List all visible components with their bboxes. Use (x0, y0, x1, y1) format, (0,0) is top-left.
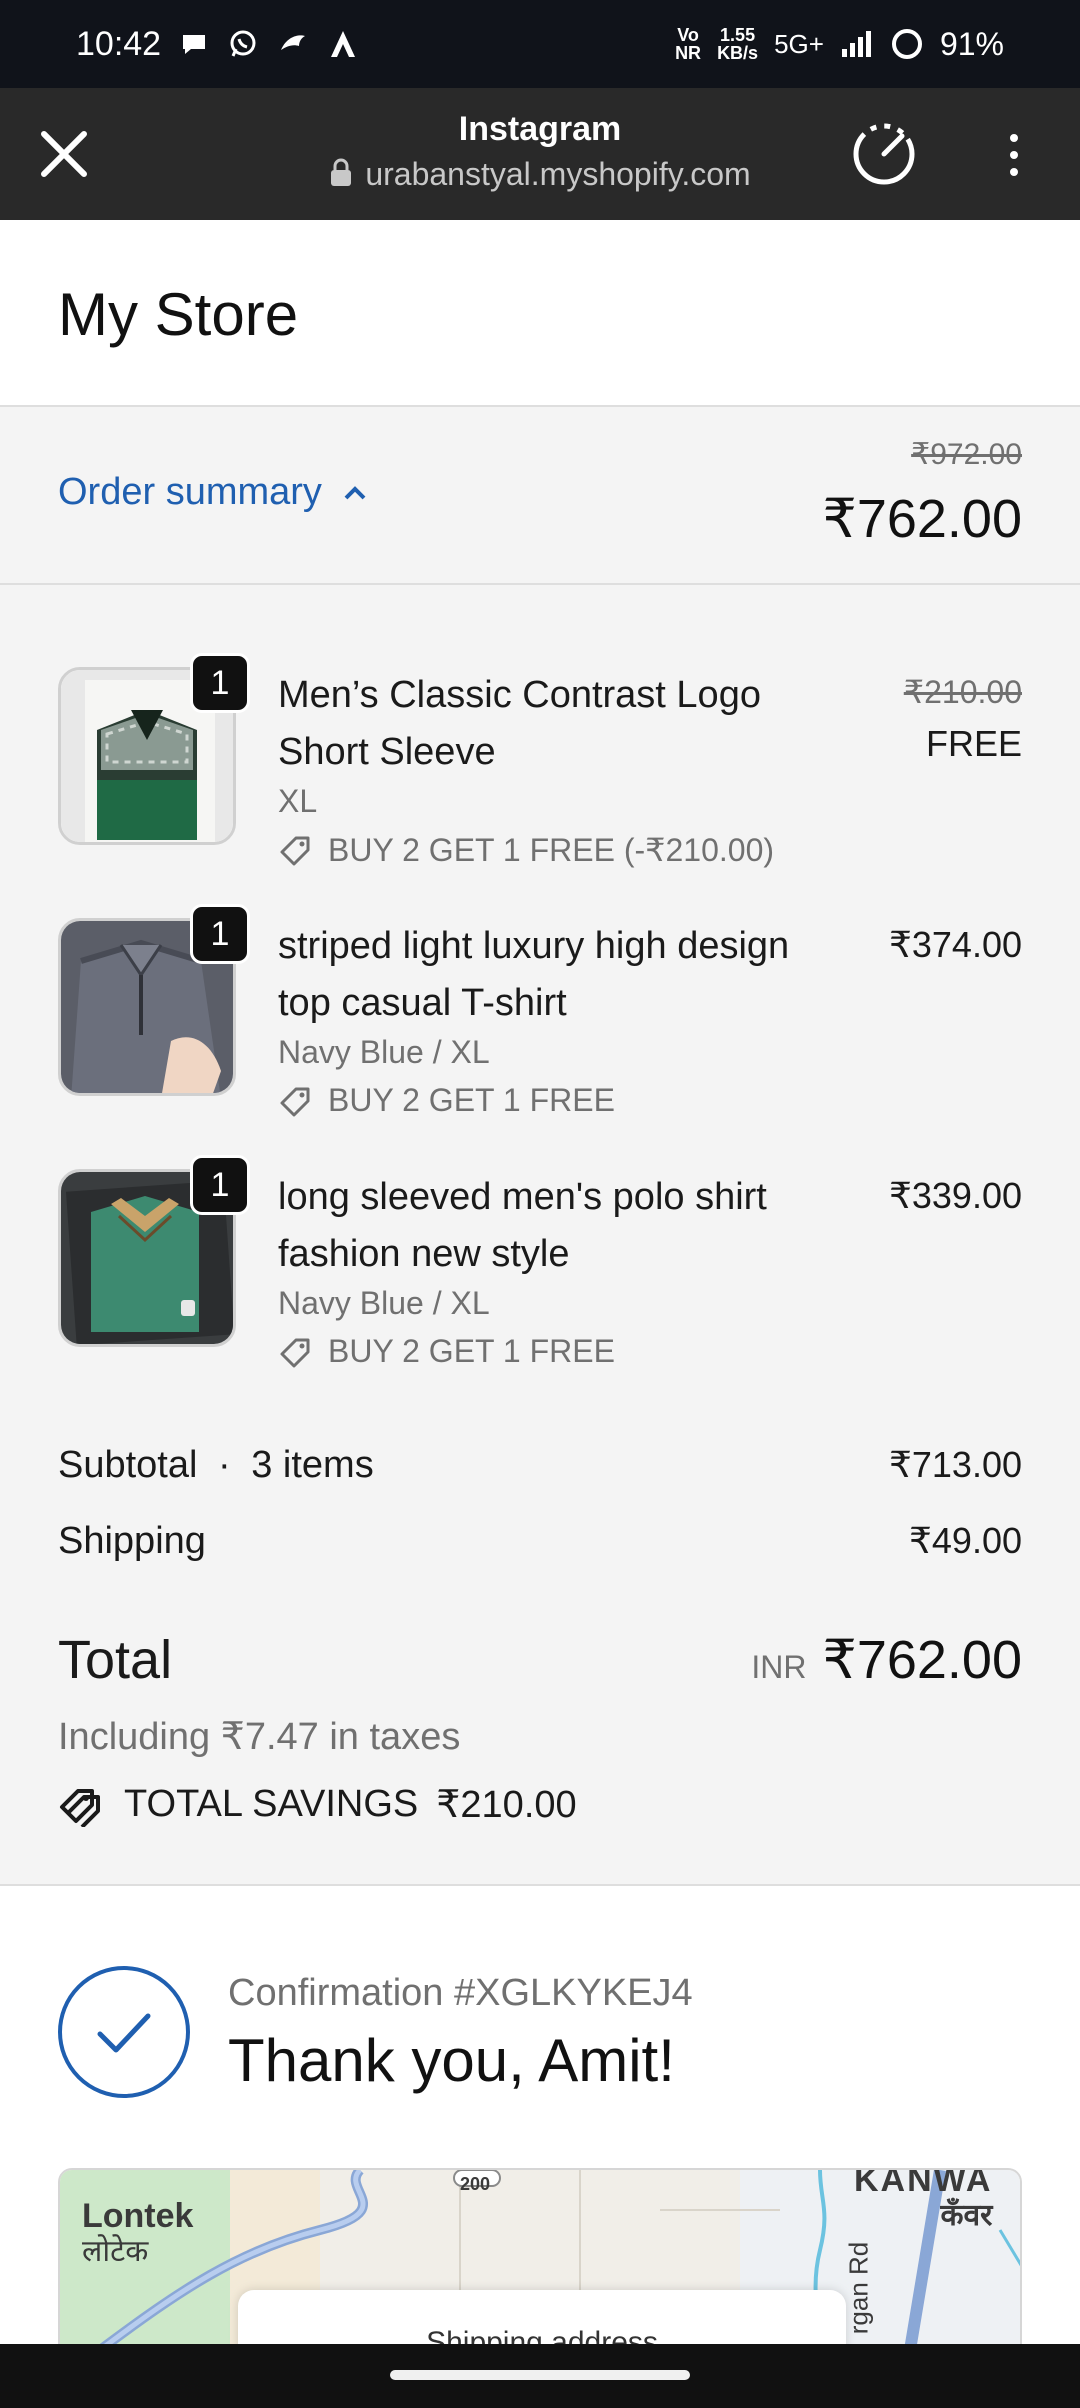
shipping-row: Shipping ₹49.00 (58, 1520, 1022, 1563)
confirmation-number: Confirmation #XGLKYKEJ4 (228, 1972, 693, 2014)
subtotal-value: ₹713.00 (888, 1444, 1022, 1485)
savings-value: ₹210.00 (436, 1784, 577, 1826)
map-highway-label: 200 (460, 2174, 491, 2194)
shipping-value: ₹49.00 (909, 1520, 1022, 1561)
quantity-badge: 1 (190, 653, 250, 713)
product-price: FREE (925, 723, 1022, 764)
in-app-browser-bar: Instagram urabanstyal.myshopify.com (0, 88, 1080, 220)
discount-text: BUY 2 GET 1 FREE (328, 1082, 615, 1118)
lock-icon (331, 158, 352, 186)
total-savings: TOTAL SAVINGS ₹210.00 (58, 1782, 577, 1827)
network-speed: 1.55 KB/s (717, 25, 759, 63)
shipping-address-card[interactable]: Shipping address (238, 2290, 846, 2346)
chevron-up-icon (344, 485, 366, 499)
product-variant: Navy Blue / XL (278, 1034, 490, 1070)
network-type: 5G+ (774, 28, 824, 59)
status-time: 10:42 (76, 24, 162, 63)
shipping-label: Shipping (58, 1520, 206, 1562)
summary-total: ₹762.00 (822, 489, 1022, 549)
total-row: Total INR ₹762.00 (58, 1628, 1022, 1691)
thank-you-heading: Thank you, Amit! (228, 2027, 675, 2094)
battery-icon (891, 29, 922, 59)
product-variant: Navy Blue / XL (278, 1285, 490, 1321)
order-summary-toggle[interactable]: Order summary (58, 471, 368, 514)
product-thumbnail: 1 (58, 653, 250, 845)
chat-bubble-icon (183, 35, 206, 54)
discount-tag: BUY 2 GET 1 FREE (278, 1082, 615, 1119)
store-header: My Store (0, 220, 1080, 407)
tag-icon (280, 836, 310, 866)
quantity-badge: 1 (190, 904, 250, 964)
discount-tag: BUY 2 GET 1 FREE (278, 1333, 615, 1370)
discount-tag: BUY 2 GET 1 FREE (-₹210.00) (278, 831, 774, 869)
navigation-bar (0, 2344, 1080, 2408)
product-name: Men’s Classic Contrast Logo Short Sleeve (278, 674, 761, 773)
total-value: ₹762.00 (822, 1630, 1022, 1690)
app-a-icon (331, 31, 356, 57)
map-place-label: Lontek लोटेक (82, 2197, 194, 2268)
home-gesture-handle[interactable] (390, 2370, 690, 2380)
speed-icon[interactable] (848, 118, 920, 190)
battery-level: 91% (939, 25, 1004, 62)
savings-tag-icon (60, 1788, 100, 1827)
order-summary-bar[interactable]: Order summary ₹972.00 ₹762.00 (0, 407, 1080, 585)
status-bar: 10:42 Vo NR 1.55 KB/s 5G+ 91% (0, 0, 1080, 88)
discount-text: BUY 2 GET 1 FREE (328, 1333, 615, 1369)
product-price: ₹374.00 (888, 924, 1022, 965)
check-circle-icon (58, 1966, 190, 2098)
subtotal-row: Subtotal · 3 items ₹713.00 (58, 1444, 1022, 1487)
order-summary-label: Order summary (58, 471, 322, 513)
whatsapp-icon (230, 30, 256, 57)
store-title[interactable]: My Store (58, 280, 298, 349)
original-total: ₹972.00 (911, 438, 1022, 471)
app-notification-icon (281, 35, 306, 50)
product-thumbnail: 1 (58, 904, 250, 1096)
product-name: striped light luxury high design top cas… (278, 925, 790, 1024)
total-label: Total (58, 1630, 173, 1690)
tag-icon (280, 1338, 310, 1367)
discount-text: BUY 2 GET 1 FREE (-₹210.00) (328, 832, 775, 868)
tax-note: Including ₹7.47 in taxes (58, 1716, 461, 1758)
product-price-original: ₹210.00 (903, 674, 1022, 710)
product-name: long sleeved men's polo shirt fashion ne… (278, 1176, 767, 1275)
tag-icon (280, 1087, 310, 1116)
product-variant: XL (278, 783, 318, 819)
signal-icon (841, 31, 871, 57)
more-vert-icon[interactable] (996, 130, 1032, 180)
currency-code: INR (751, 1649, 807, 1685)
subtotal-label: Subtotal · 3 items (58, 1444, 374, 1486)
product-thumbnail: 1 (58, 1155, 250, 1347)
shipping-map[interactable]: Lontek लोटेक 200 KANWA कँवर rgan Rd Ship… (58, 2168, 1022, 2348)
product-price: ₹339.00 (888, 1175, 1022, 1216)
quantity-badge: 1 (190, 1155, 250, 1215)
confirmation-section: Confirmation #XGLKYKEJ4 Thank you, Amit!… (0, 1884, 1080, 2348)
savings-label: TOTAL SAVINGS (124, 1783, 419, 1825)
map-place-right: KANWA कँवर (854, 2168, 993, 2232)
volte-indicator: Vo NR (675, 25, 702, 63)
url-text: urabanstyal.myshopify.com (365, 156, 751, 192)
